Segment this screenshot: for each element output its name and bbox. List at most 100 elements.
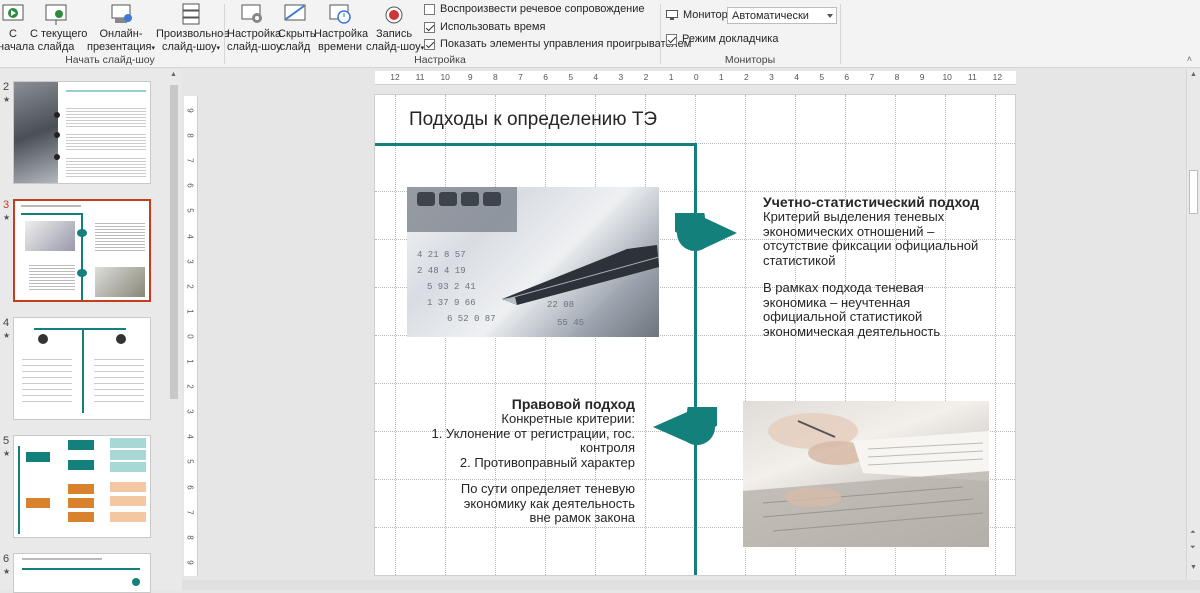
scrollbar-thumb[interactable] [170, 85, 178, 399]
next-slide-icon[interactable]: ⏷ [1190, 544, 1196, 552]
checkbox-box[interactable] [424, 38, 435, 50]
thumb-box [68, 460, 94, 470]
star-icon: ★ [3, 449, 11, 458]
teal-vertical-line [694, 143, 697, 575]
ruler-tick-label: 3 [769, 72, 774, 82]
monitor-select[interactable]: Автоматически [727, 7, 837, 24]
checkbox-box[interactable] [424, 3, 435, 15]
ruler-tick-label: 8 [185, 133, 195, 138]
online-presentation-button[interactable]: Онлайн- презентация▾ [86, 2, 156, 55]
hide-slide-icon [282, 2, 308, 26]
ruler-tick-label: 9 [467, 72, 473, 82]
svg-text:1 37 9 66: 1 37 9 66 [427, 298, 476, 308]
start-from-current-button[interactable]: С текущего слайда [30, 2, 87, 54]
presenter-view-checkbox[interactable]: Режим докладчика [666, 33, 778, 45]
play-narrations-label: Воспроизвести речевое сопровождение [440, 3, 645, 15]
scroll-up-icon[interactable]: ▲ [1190, 71, 1197, 78]
scroll-up-icon[interactable]: ▲ [170, 71, 177, 78]
grid-line [995, 95, 996, 575]
setup-show-label: Настройка слайд-шоу [227, 28, 282, 53]
thumb-line [82, 328, 84, 413]
prev-slide-icon[interactable]: ⏶ [1190, 529, 1196, 537]
use-timings-label: Использовать время [440, 21, 546, 33]
ruler-tick-label: 1 [185, 359, 195, 364]
ruler-tick-label: 8 [185, 534, 195, 540]
slide-thumbnail-5[interactable] [13, 435, 151, 538]
grid-line [375, 575, 1015, 576]
chevron-down-icon [827, 14, 833, 21]
thumb-text [29, 263, 75, 291]
monitor-label: Монитор: [683, 9, 731, 21]
ruler-tick-label: 10 [440, 72, 450, 82]
thumb-title [22, 558, 102, 560]
ruler-tick-label: 7 [518, 72, 523, 82]
thumb-dot [77, 229, 87, 237]
ruler-tick-label: 12 [390, 72, 400, 82]
legal-approach-heading: Правовой подход [511, 396, 635, 412]
legal-approach-line1: Конкретные критерии: [501, 411, 635, 426]
rehearse-timings-button[interactable]: Настройка времени [314, 2, 368, 54]
stopwatch-icon [327, 2, 353, 26]
ruler-tick-label: 6 [844, 72, 850, 82]
ruler-tick-label: 4 [185, 233, 195, 239]
play-narrations-checkbox[interactable]: Воспроизвести речевое сопровождение [424, 3, 645, 15]
legal-approach-text2: По сути определяет теневую экономику как… [460, 481, 635, 525]
ruler-tick-label: 7 [869, 72, 875, 82]
checkbox-box[interactable] [666, 33, 677, 45]
horizontal-ruler: 12 11 10 9 8 7 6 5 4 3 2 1 0 1 2 3 4 5 6 7 8 9 10 11 12 [375, 71, 1016, 85]
scroll-down-icon[interactable]: ▼ [1190, 564, 1197, 571]
thumbnail-scrollbar[interactable]: ▲ [168, 69, 180, 590]
show-media-controls-checkbox[interactable]: Показать элементы управления проигрывате… [424, 38, 691, 50]
thumb-number: 5 [3, 435, 10, 447]
thumb-dot [132, 578, 140, 586]
ruler-tick-label: 6 [185, 183, 195, 189]
scrollbar-thumb[interactable] [1189, 170, 1198, 214]
ruler-tick-label: 5 [819, 72, 825, 82]
legal-approach-line2: 1. Уклонение от регистрации, гос. контро… [431, 425, 636, 455]
thumb-box [110, 512, 146, 522]
thumb-box [26, 452, 50, 462]
svg-text:6 52 0 87: 6 52 0 87 [447, 314, 496, 324]
record-show-button[interactable]: Запись слайд-шоу▾ [366, 2, 424, 55]
ribbon: С начала С текущего слайда Онлайн- презе… [0, 0, 1200, 68]
hide-slide-label: Скрыть слайд [278, 28, 316, 53]
thumb-box [110, 438, 146, 448]
setup-show-button[interactable]: Настройка слайд-шоу [227, 2, 282, 54]
thumb-box [110, 496, 146, 506]
collapse-ribbon-icon[interactable]: ˄ [1187, 54, 1192, 64]
accounting-approach-text2: В рамках подхода теневая экономика – неу… [763, 280, 941, 339]
checkbox-box[interactable] [424, 21, 435, 33]
setup-show-icon [239, 2, 265, 26]
slide-thumbnail-3[interactable] [13, 199, 151, 302]
use-timings-checkbox[interactable]: Использовать время [424, 21, 545, 33]
documents-photo[interactable] [743, 401, 989, 547]
slide-canvas[interactable]: Подходы к определению ТЭ 4 21 8 57 2 48 4… [374, 94, 1016, 576]
legal-approach-textbox[interactable]: Правовой подход Конкретные критерии: 1. … [403, 396, 636, 526]
calculator-photo[interactable]: 4 21 8 57 2 48 4 19 5 93 2 41 1 37 9 66 6 … [407, 187, 659, 337]
accounting-approach-textbox[interactable]: Учетно-статистический подход Критерий вы… [763, 195, 983, 339]
thumb-box [68, 484, 94, 494]
thumb-number: 2 [3, 81, 10, 93]
slide-thumbnail-2[interactable] [13, 81, 151, 184]
separator [660, 4, 661, 64]
ruler-tick-label: 1 [185, 309, 195, 314]
ruler-tick-label: 5 [185, 459, 195, 465]
thumb-box [68, 498, 94, 508]
thumb-box [68, 440, 94, 450]
start-from-beginning-button[interactable]: С начала [0, 2, 34, 54]
group-monitors-label: Мониторы [724, 54, 776, 66]
hide-slide-button[interactable]: Скрыть слайд [278, 2, 316, 54]
slide-title[interactable]: Подходы к определению ТЭ [409, 109, 657, 131]
thumb-dot [38, 334, 48, 344]
ruler-tick-label: 7 [185, 509, 195, 515]
star-icon: ★ [3, 95, 11, 104]
show-media-controls-label: Показать элементы управления проигрывате… [440, 38, 692, 50]
editor-horizontal-scrollbar[interactable] [182, 580, 1200, 590]
custom-show-button[interactable]: Произвольное слайд-шоу▾ [156, 2, 229, 55]
editor-vertical-scrollbar[interactable]: ▲ ⏶ ⏷ ▼ [1186, 69, 1200, 580]
monitor-icon [666, 9, 678, 20]
slide-thumbnail-6[interactable] [13, 553, 151, 593]
online-presentation-icon [108, 2, 134, 26]
star-icon: ★ [3, 567, 11, 576]
slide-thumbnail-4[interactable] [13, 317, 151, 420]
